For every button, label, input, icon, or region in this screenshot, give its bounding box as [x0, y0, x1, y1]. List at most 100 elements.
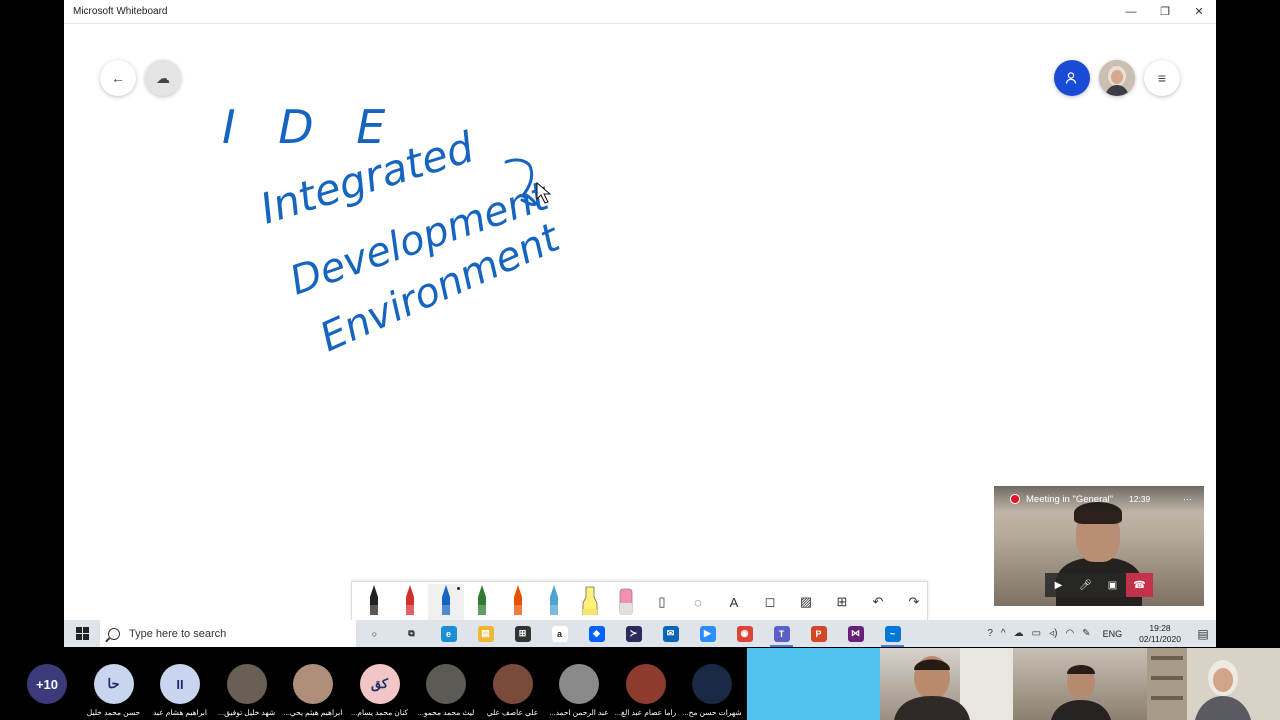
taskbar-file-explorer[interactable]: ▤ — [467, 620, 504, 647]
text-tool[interactable]: A — [716, 584, 752, 620]
taskbar-cortana[interactable]: ○ — [356, 620, 393, 647]
redo-tool[interactable]: ↷ — [896, 584, 932, 620]
store-icon: ⊞ — [514, 625, 531, 642]
notification-icon[interactable]: ▤ — [1190, 627, 1216, 641]
camera-icon[interactable]: ▶ — [1045, 573, 1072, 597]
taskbar-task-view[interactable]: ⧉ — [393, 620, 430, 647]
lightblue-pen[interactable] — [536, 584, 572, 620]
pen-workspace-icon[interactable]: ✎ — [1078, 628, 1094, 639]
orange-pen-icon — [507, 583, 529, 620]
taskbar-amazon[interactable]: a — [541, 620, 578, 647]
meeting-controls: ▶ 🎤︎ ▣ ☎︎ — [1045, 573, 1153, 597]
participant-avatar: +10 — [27, 664, 67, 704]
red-pen[interactable] — [392, 584, 428, 620]
participant[interactable]: راما عصام عبد الغ... — [613, 664, 679, 717]
ruler-tool[interactable]: ▯ — [644, 584, 680, 620]
participant[interactable]: +10 — [14, 664, 80, 708]
participant[interactable]: عبد الرحمن احمد... — [546, 664, 612, 717]
meeting-label: Meeting in "General" — [1026, 493, 1114, 505]
orange-pen[interactable] — [500, 584, 536, 620]
share-screen-icon[interactable]: ▣ — [1099, 573, 1126, 597]
video-tile-1[interactable] — [880, 648, 1013, 720]
blue-pen[interactable] — [428, 584, 464, 620]
taskbar-store[interactable]: ⊞ — [504, 620, 541, 647]
taskbar-dropbox[interactable]: ◆ — [578, 620, 615, 647]
zoom-icon: ▶ — [699, 625, 716, 642]
participant[interactable]: شهد خليل توفيق... — [214, 664, 280, 717]
visual-studio-code-icon: ≻ — [625, 625, 642, 642]
mail-icon: ✉ — [662, 625, 679, 642]
meeting-header: Meeting in "General" 12:39 ··· — [994, 486, 1204, 512]
taskbar-edge[interactable]: e — [430, 620, 467, 647]
taskbar-chrome[interactable]: ◉ — [726, 620, 763, 647]
start-button[interactable] — [64, 620, 100, 647]
taskbar-zoom[interactable]: ▶ — [689, 620, 726, 647]
clock[interactable]: 19:28 02/11/2020 — [1130, 623, 1190, 645]
dropbox-icon: ◆ — [588, 625, 605, 642]
participant[interactable]: شهرات حسن مح... — [679, 664, 745, 717]
lightblue-pen-icon — [543, 583, 565, 620]
taskbar-visual-studio-code[interactable]: ≻ — [615, 620, 652, 647]
file-explorer-icon: ▤ — [477, 625, 494, 642]
participant-avatar — [426, 664, 466, 704]
image-tool[interactable]: ▨ — [788, 584, 824, 620]
video-tile-3[interactable] — [1147, 648, 1280, 720]
taskbar-visual-studio[interactable]: ⋈ — [837, 620, 874, 647]
taskbar-apps: ○ ⧉ e ▤ ⊞ a ◆ ≻ ✉ ▶ ◉ T P ⋈ ~ — [356, 620, 911, 647]
participant-avatar — [559, 664, 599, 704]
taskbar-powerpoint[interactable]: P — [800, 620, 837, 647]
battery-icon[interactable]: ▭ — [1028, 628, 1045, 639]
participant-name: ابراهيم هشام عبد — [152, 708, 208, 717]
participant-name: كنان محمد يسام... — [351, 708, 408, 717]
hang-up-icon[interactable]: ☎︎ — [1126, 573, 1153, 597]
onedrive-icon[interactable]: ☁ — [1010, 628, 1028, 639]
participant-name: شهد خليل توفيق... — [217, 708, 276, 717]
cortana-icon: ○ — [371, 628, 378, 639]
participant-name: علي عاصف علي — [486, 708, 539, 717]
taskbar: Type here to search ○ ⧉ e ▤ ⊞ a ◆ ≻ ✉ ▶ ◉ T P ⋈ ~ ? ^ … — [64, 620, 1216, 647]
volume-icon[interactable]: ◃) — [1045, 628, 1061, 639]
clock-date: 02/11/2020 — [1139, 633, 1181, 644]
screen-share-tile[interactable] — [747, 648, 880, 720]
participant-avatar — [492, 664, 533, 704]
participant[interactable]: كق كنان محمد يسام... — [347, 664, 413, 717]
insert-tool-icon: ⊞ — [836, 594, 848, 609]
participant[interactable]: II ابراهيم هشام عبد — [147, 664, 213, 717]
participant[interactable]: حا حسن محمد خليل — [81, 664, 147, 717]
insert-tool[interactable]: ⊞ — [824, 584, 860, 620]
task-view-icon: ⧉ — [408, 628, 415, 638]
tool-list: ▯ ◌ A ◻ ▨ ⊞ ↶ ↷ — [644, 584, 932, 620]
powerpoint-icon: P — [810, 625, 827, 642]
lasso-tool[interactable]: ◌ — [680, 584, 716, 620]
taskbar-search-box[interactable]: Type here to search — [100, 620, 356, 647]
search-placeholder: Type here to search — [129, 627, 227, 640]
taskbar-whiteboard[interactable]: ~ — [874, 620, 911, 647]
amazon-icon: a — [551, 625, 568, 642]
meeting-mini-window[interactable]: Meeting in "General" 12:39 ··· ▶ 🎤︎ ▣ ☎︎ — [994, 486, 1204, 606]
undo-tool[interactable]: ↶ — [860, 584, 896, 620]
microphone-icon[interactable]: 🎤︎ — [1072, 573, 1099, 597]
taskbar-teams[interactable]: T — [763, 620, 800, 647]
lasso-tool-icon: ◌ — [694, 594, 702, 610]
participant[interactable]: ليث محمد محمو... — [413, 664, 479, 717]
participant-avatar — [293, 664, 333, 704]
participant[interactable]: علي عاصف علي — [480, 664, 546, 717]
edge-icon: e — [440, 625, 457, 642]
green-pen[interactable] — [464, 584, 500, 620]
help-icon[interactable]: ? — [983, 628, 997, 639]
more-options-icon[interactable]: ··· — [1183, 494, 1192, 504]
search-icon — [108, 627, 120, 640]
language-indicator[interactable]: ENG — [1095, 629, 1131, 639]
participant-avatar: حا — [93, 664, 134, 704]
chevron-up-icon[interactable]: ^ — [997, 628, 1010, 639]
participant[interactable]: ابراهيم هيثم يحي... — [280, 664, 346, 717]
wifi-icon[interactable]: ◠ — [1061, 628, 1078, 639]
black-pen[interactable] — [356, 584, 392, 620]
highlighter[interactable] — [572, 584, 608, 620]
taskbar-mail[interactable]: ✉ — [652, 620, 689, 647]
red-pen-icon — [399, 583, 421, 620]
video-tile-2[interactable] — [1013, 648, 1147, 720]
eraser[interactable] — [608, 584, 644, 620]
participant-video-2 — [1051, 665, 1111, 720]
note-tool[interactable]: ◻ — [752, 584, 788, 620]
